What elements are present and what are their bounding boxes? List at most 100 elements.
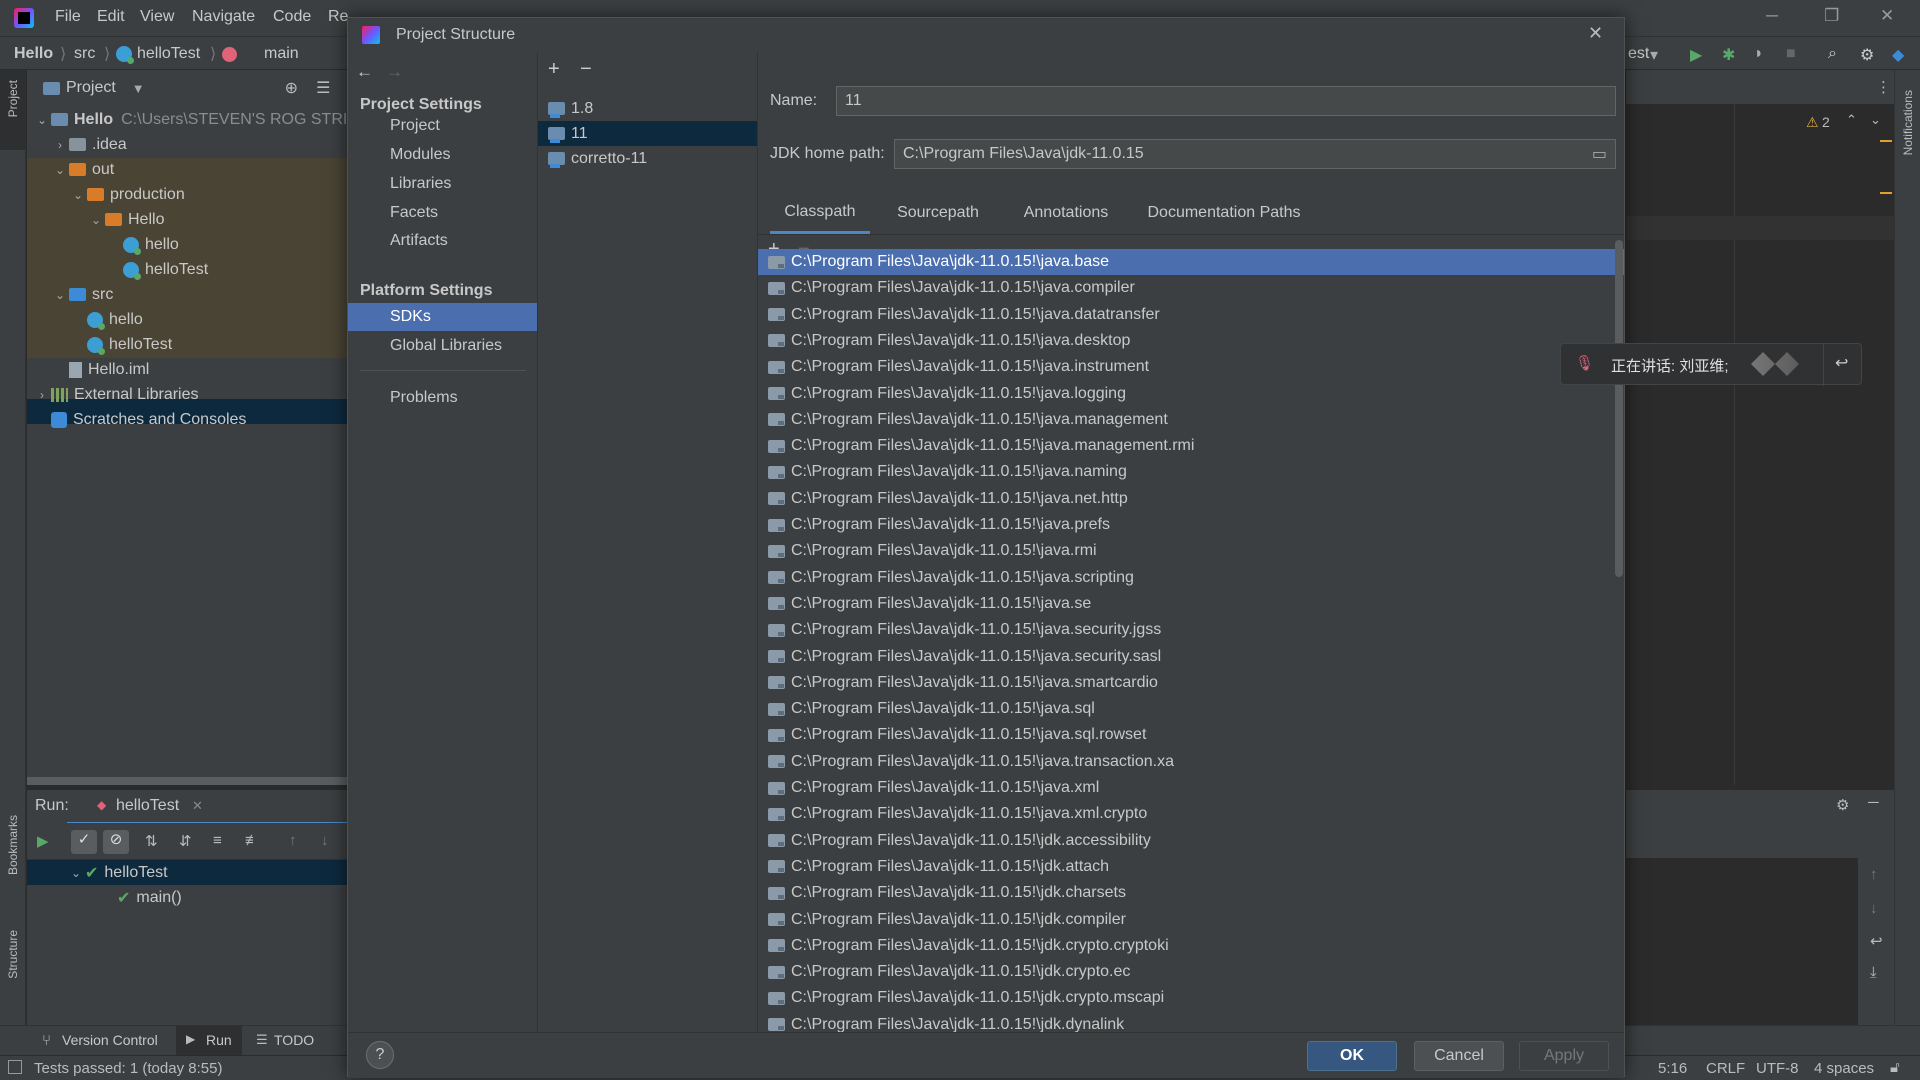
tree-item-hellotest-src[interactable]: helloTest [87, 332, 172, 357]
classpath-entry[interactable]: C:\Program Files\Java\jdk-11.0.15!\java.… [758, 617, 1624, 643]
classpath-entry[interactable]: C:\Program Files\Java\jdk-11.0.15!\jdk.a… [758, 828, 1624, 854]
chevron-up-icon[interactable]: ⌃ [1846, 112, 1857, 128]
tree-item-hellotest-class[interactable]: helloTest [123, 257, 208, 282]
breadcrumb-src[interactable]: src [74, 45, 95, 63]
add-sdk-icon[interactable]: + [548, 58, 560, 81]
run-config-select[interactable]: est [1628, 45, 1649, 63]
tree-item-scratches[interactable]: Scratches and Consoles [51, 407, 246, 432]
jdk-home-path-field[interactable]: C:\Program Files\Java\jdk-11.0.15 ▭ [894, 139, 1616, 169]
classpath-entry[interactable]: C:\Program Files\Java\jdk-11.0.15!\java.… [758, 644, 1624, 670]
hide-icon[interactable]: ─ [1868, 794, 1879, 811]
nav-sdks[interactable]: SDKs [348, 303, 537, 331]
tab-version-control[interactable]: Version Control [62, 1032, 158, 1048]
tree-item-hello-src[interactable]: hello [87, 307, 143, 332]
sdk-item-11[interactable]: 11 [538, 121, 757, 146]
close-tab-icon[interactable]: ✕ [192, 798, 203, 814]
chevron-down-icon[interactable]: ▼ [132, 81, 145, 96]
tree-item-production[interactable]: ⌄ production [69, 182, 185, 207]
classpath-entry[interactable]: C:\Program Files\Java\jdk-11.0.15!\java.… [758, 749, 1624, 775]
classpath-entry[interactable]: C:\Program Files\Java\jdk-11.0.15!\java.… [758, 249, 1624, 275]
scroll-up-icon[interactable]: ↑ [1870, 866, 1878, 883]
plugin-icon[interactable]: ◆ [1892, 45, 1904, 65]
tree-item-out[interactable]: ⌄ out [51, 157, 114, 182]
classpath-entry[interactable]: C:\Program Files\Java\jdk-11.0.15!\jdk.c… [758, 985, 1624, 1011]
gear-icon[interactable]: ⚙ [1836, 796, 1849, 814]
notifications-tool-tab[interactable]: Notifications [1901, 90, 1915, 155]
stop-icon[interactable]: ■ [1786, 45, 1796, 63]
scroll-down-icon[interactable]: ↓ [1870, 900, 1878, 917]
menu-code[interactable]: Code [273, 8, 311, 26]
classpath-entry[interactable]: C:\Program Files\Java\jdk-11.0.15!\jdk.c… [758, 907, 1624, 933]
tree-item-hello-iml[interactable]: Hello.iml [69, 357, 149, 382]
menu-view[interactable]: View [140, 8, 174, 26]
close-icon[interactable]: ✕ [1588, 23, 1603, 44]
muted-mic-icon[interactable]: 🎙︎ [1575, 354, 1594, 372]
classpath-entry[interactable]: C:\Program Files\Java\jdk-11.0.15!\java.… [758, 696, 1624, 722]
tree-item-external-libraries[interactable]: › External Libraries [33, 382, 199, 407]
classpath-entry[interactable]: C:\Program Files\Java\jdk-11.0.15!\jdk.a… [758, 854, 1624, 880]
file-encoding[interactable]: UTF-8 [1756, 1060, 1799, 1077]
nav-artifacts[interactable]: Artifacts [348, 227, 537, 255]
cancel-button[interactable]: Cancel [1414, 1041, 1504, 1071]
line-separator[interactable]: CRLF [1706, 1060, 1745, 1077]
tab-classpath[interactable]: Classpath [770, 192, 870, 234]
ok-button[interactable]: OK [1307, 1041, 1397, 1071]
chevron-down-icon[interactable]: ▾ [1650, 45, 1658, 65]
test-tree-main[interactable]: ✔ main() [117, 885, 182, 910]
breadcrumb-method[interactable]: main [264, 45, 299, 63]
classpath-entry[interactable]: C:\Program Files\Java\jdk-11.0.15!\java.… [758, 433, 1624, 459]
classpath-entry[interactable]: C:\Program Files\Java\jdk-11.0.15!\jdk.c… [758, 933, 1624, 959]
classpath-entry[interactable]: C:\Program Files\Java\jdk-11.0.15!\java.… [758, 775, 1624, 801]
rerun-icon[interactable]: ▶ [37, 832, 49, 850]
nav-libraries[interactable]: Libraries [348, 170, 537, 198]
tab-run[interactable]: Run [206, 1032, 232, 1048]
status-message[interactable]: Tests passed: 1 (today 8:55) [34, 1060, 222, 1077]
test-tree-hellotest[interactable]: ⌄ ✔ helloTest [67, 860, 168, 885]
back-arrow-icon[interactable]: ← [356, 62, 373, 82]
classpath-entry[interactable]: C:\Program Files\Java\jdk-11.0.15!\java.… [758, 459, 1624, 485]
classpath-entry[interactable]: C:\Program Files\Java\jdk-11.0.15!\jdk.d… [758, 1012, 1624, 1032]
classpath-entry[interactable]: C:\Program Files\Java\jdk-11.0.15!\java.… [758, 381, 1624, 407]
help-button[interactable]: ? [366, 1041, 394, 1069]
locate-icon[interactable]: ⊕ [285, 78, 298, 98]
sort-duration-icon[interactable]: ⇵ [179, 832, 192, 850]
tree-item-src[interactable]: ⌄ src [51, 282, 113, 307]
tab-sourcepath[interactable]: Sourcepath [878, 192, 998, 234]
remove-sdk-icon[interactable]: − [580, 58, 592, 81]
browse-folder-icon[interactable]: ▭ [1592, 144, 1607, 164]
show-ignored-toggle[interactable]: ⊘ [103, 830, 129, 854]
run-icon[interactable]: ▶ [1690, 45, 1702, 65]
tree-item-hello-out[interactable]: ⌄ Hello [87, 207, 165, 232]
gear-icon[interactable]: ⚙ [1860, 45, 1874, 65]
classpath-entry[interactable]: C:\Program Files\Java\jdk-11.0.15!\java.… [758, 512, 1624, 538]
lock-icon[interactable]: 🔓︎ [1890, 1059, 1900, 1076]
classpath-entry[interactable]: C:\Program Files\Java\jdk-11.0.15!\java.… [758, 302, 1624, 328]
warning-icon[interactable]: ⚠ [1806, 114, 1819, 131]
window-close-icon[interactable]: ✕ [1880, 6, 1894, 26]
debug-icon[interactable]: ✱ [1722, 45, 1735, 65]
run-tab-hellotest[interactable]: helloTest [116, 797, 179, 815]
nav-global-libraries[interactable]: Global Libraries [348, 332, 537, 360]
classpath-entry[interactable]: C:\Program Files\Java\jdk-11.0.15!\java.… [758, 670, 1624, 696]
breadcrumb-project[interactable]: Hello [14, 45, 53, 63]
collapse-all-icon[interactable]: ≢ [245, 832, 260, 849]
show-passed-toggle[interactable]: ✓ [71, 830, 97, 854]
nav-modules[interactable]: Modules [348, 141, 537, 169]
previous-icon[interactable]: ↑ [289, 832, 297, 849]
collapse-all-icon[interactable]: ☰ [316, 78, 330, 98]
coverage-icon[interactable]: ◗ [1754, 45, 1764, 63]
caret-position[interactable]: 5:16 [1658, 1060, 1687, 1077]
bookmarks-tool-tab[interactable]: Bookmarks [6, 815, 20, 875]
tab-documentation-paths[interactable]: Documentation Paths [1134, 192, 1314, 234]
classpath-entry[interactable]: C:\Program Files\Java\jdk-11.0.15!\java.… [758, 328, 1624, 354]
project-panel-title[interactable]: Project [66, 79, 116, 97]
layout-icon[interactable] [8, 1060, 22, 1074]
tree-item-hello-root[interactable]: ⌄ Hello C:\Users\STEVEN'S ROG STRIX [33, 107, 358, 132]
tree-item-hello-class[interactable]: hello [123, 232, 179, 257]
next-icon[interactable]: ↓ [321, 832, 329, 849]
classpath-entry[interactable]: C:\Program Files\Java\jdk-11.0.15!\java.… [758, 722, 1624, 748]
menu-refactor[interactable]: Re [328, 8, 348, 26]
classpath-entry[interactable]: C:\Program Files\Java\jdk-11.0.15!\java.… [758, 801, 1624, 827]
classpath-scrollbar[interactable] [1615, 240, 1623, 577]
sdk-item-1-8[interactable]: 1.8 [538, 96, 757, 121]
